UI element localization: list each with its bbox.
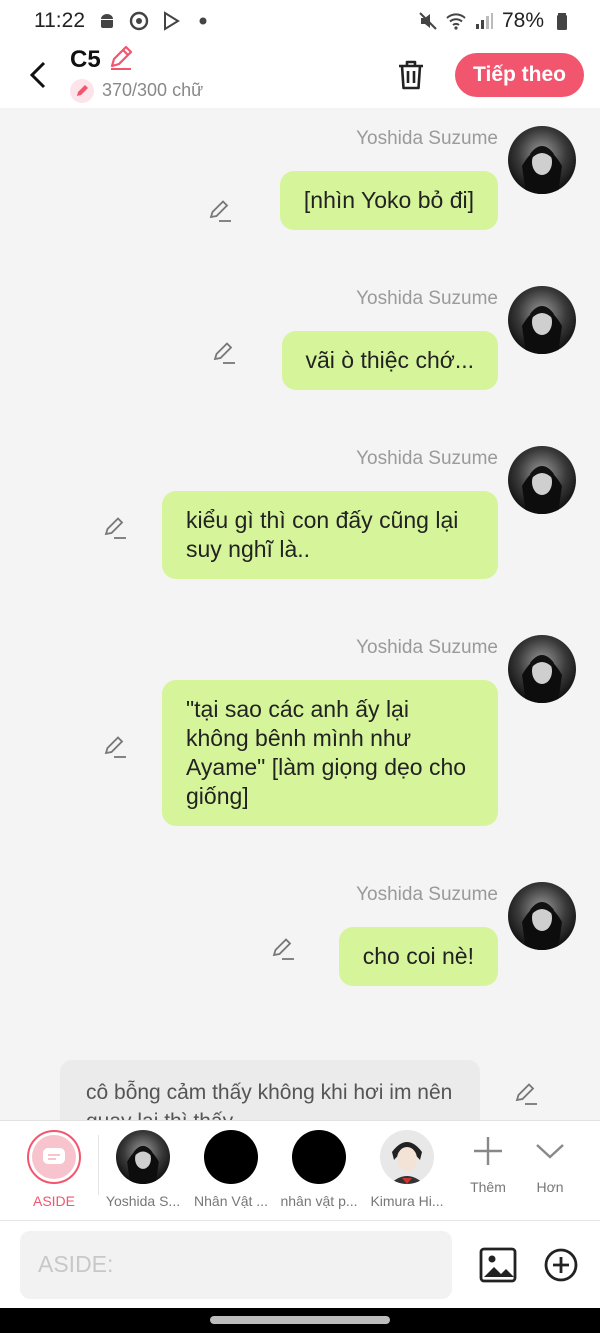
character-label: Nhân Vật ... bbox=[194, 1193, 268, 1209]
more-label: Hơn bbox=[536, 1179, 564, 1195]
aside-avatar bbox=[27, 1130, 81, 1184]
message-input[interactable] bbox=[20, 1230, 452, 1299]
message-bubble[interactable]: vãi ò thiệc chớ... bbox=[281, 331, 498, 390]
status-time: 11:22 bbox=[34, 9, 85, 32]
mute-icon bbox=[418, 11, 438, 31]
battery-level: 78% bbox=[501, 9, 544, 32]
plus-circle-icon bbox=[544, 1248, 578, 1281]
sender-name: Yoshida Suzume bbox=[356, 288, 498, 309]
message-bubble[interactable]: kiểu gì thì con đấy cũng lại suy nghĩ là… bbox=[162, 491, 498, 579]
character-item[interactable]: nhân vật p... bbox=[275, 1121, 363, 1209]
pencil-icon bbox=[110, 45, 132, 70]
add-label: Thêm bbox=[470, 1179, 506, 1195]
character-label: Yoshida S... bbox=[105, 1193, 181, 1209]
chat-bubble-icon bbox=[43, 1148, 65, 1164]
character-label: Kimura Hi... bbox=[370, 1193, 444, 1209]
sender-name: Yoshida Suzume bbox=[356, 448, 498, 469]
sender-name: Yoshida Suzume bbox=[356, 128, 498, 149]
edit-message-icon[interactable] bbox=[102, 515, 128, 541]
avatar bbox=[116, 1130, 170, 1184]
delete-button[interactable] bbox=[389, 53, 433, 97]
narration-bubble[interactable]: cô bỗng cảm thấy không khi hơi im nên qu… bbox=[60, 1060, 480, 1120]
back-arrow-icon bbox=[29, 61, 46, 89]
play-store-icon bbox=[161, 11, 181, 31]
character-label: nhân vật p... bbox=[280, 1193, 358, 1209]
character-bar: ASIDE Yoshida S... Nhân Vật ... nhân vật… bbox=[0, 1120, 600, 1220]
wifi-icon bbox=[446, 11, 466, 31]
back-button[interactable] bbox=[20, 53, 56, 97]
avatar bbox=[204, 1130, 258, 1184]
pen-badge-icon bbox=[70, 78, 94, 103]
sender-name: Yoshida Suzume bbox=[356, 884, 498, 905]
edit-message-icon[interactable] bbox=[102, 734, 128, 760]
image-icon bbox=[479, 1247, 517, 1282]
message-bubble[interactable]: cho coi nè! bbox=[338, 927, 498, 986]
character-item[interactable]: Kimura Hi... bbox=[363, 1121, 451, 1209]
image-button[interactable] bbox=[478, 1245, 518, 1285]
sender-name: Yoshida Suzume bbox=[356, 637, 498, 658]
avatar[interactable] bbox=[508, 882, 576, 950]
avatar[interactable] bbox=[508, 635, 576, 703]
edit-message-icon[interactable] bbox=[513, 1081, 539, 1107]
avatar bbox=[292, 1130, 346, 1184]
edit-title-button[interactable] bbox=[107, 44, 135, 77]
edit-message-icon[interactable] bbox=[270, 936, 296, 962]
avatar bbox=[380, 1130, 434, 1184]
android-icon bbox=[97, 11, 117, 31]
signal-icon bbox=[474, 11, 494, 31]
chat-area[interactable]: Yoshida Suzume [nhìn Yoko bỏ đi] Yoshida… bbox=[0, 108, 600, 1120]
status-bar: 11:22 78% bbox=[0, 0, 600, 42]
header: C5 370/300 chữ Tiếp theo bbox=[0, 42, 600, 108]
home-indicator[interactable] bbox=[210, 1316, 390, 1324]
message-bubble[interactable]: "tại sao các anh ấy lại không bênh mình … bbox=[162, 680, 498, 826]
avatar[interactable] bbox=[508, 126, 576, 194]
character-item[interactable]: Nhân Vật ... bbox=[187, 1121, 275, 1209]
add-character-button[interactable]: Thêm bbox=[457, 1121, 519, 1195]
system-nav-bar bbox=[0, 1308, 600, 1333]
edit-message-icon[interactable] bbox=[207, 198, 233, 224]
char-count: 370/300 chữ bbox=[102, 80, 204, 100]
plus-icon bbox=[474, 1137, 502, 1165]
input-bar bbox=[0, 1220, 600, 1308]
character-aside[interactable]: ASIDE bbox=[0, 1121, 98, 1209]
avatar[interactable] bbox=[508, 286, 576, 354]
battery-icon bbox=[552, 11, 572, 31]
more-button[interactable]: Hơn bbox=[519, 1121, 581, 1195]
chrome-icon bbox=[129, 11, 149, 31]
message-bubble[interactable]: [nhìn Yoko bỏ đi] bbox=[279, 171, 498, 230]
character-item[interactable]: Yoshida S... bbox=[99, 1121, 187, 1209]
character-label: ASIDE bbox=[32, 1193, 75, 1209]
next-button[interactable]: Tiếp theo bbox=[455, 53, 584, 97]
trash-icon bbox=[399, 60, 424, 90]
chevron-down-icon bbox=[536, 1144, 564, 1159]
edit-message-icon[interactable] bbox=[211, 340, 237, 366]
notification-dot-icon bbox=[193, 11, 213, 31]
avatar[interactable] bbox=[508, 446, 576, 514]
page-title: C5 bbox=[70, 46, 101, 73]
add-button[interactable] bbox=[542, 1246, 580, 1284]
